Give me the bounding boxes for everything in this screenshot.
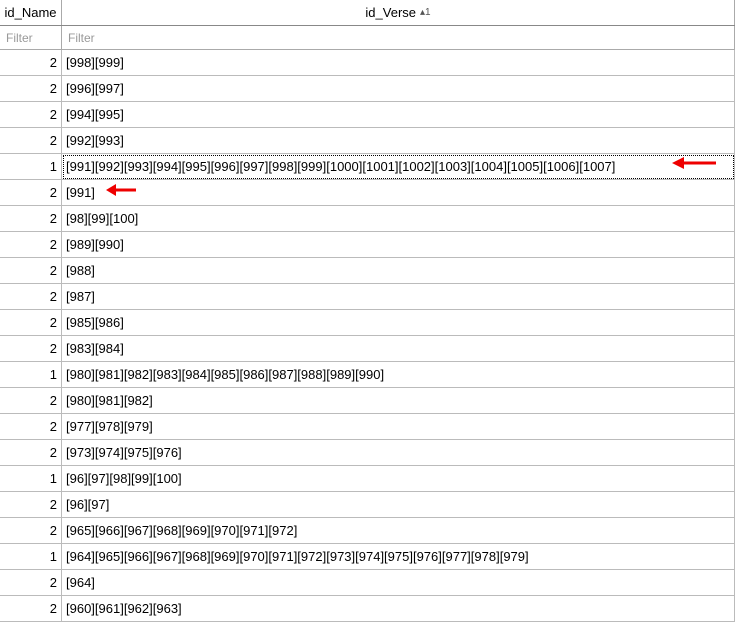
column-header-label: id_Name [4,5,56,20]
table-row[interactable]: 1[991][992][993][994][995][996][997][998… [0,154,735,180]
cell-id-verse[interactable]: [992][993] [62,128,735,154]
cell-id-verse[interactable]: [96][97][98][99][100] [62,466,735,492]
cell-id-name[interactable]: 2 [0,336,62,362]
cell-id-name[interactable]: 2 [0,284,62,310]
cell-id-name[interactable]: 2 [0,180,62,206]
column-header-label: id_Verse [365,5,416,20]
table-row[interactable]: 2[996][997] [0,76,735,102]
cell-id-name[interactable]: 2 [0,414,62,440]
cell-id-name[interactable]: 2 [0,492,62,518]
cell-id-verse[interactable]: [983][984] [62,336,735,362]
cell-id-verse[interactable]: [977][978][979] [62,414,735,440]
cell-id-verse[interactable]: [998][999] [62,50,735,76]
cell-id-name[interactable]: 2 [0,128,62,154]
table-row[interactable]: 2[994][995] [0,102,735,128]
table-row[interactable]: 2[980][981][982] [0,388,735,414]
table-row[interactable]: 2[964] [0,570,735,596]
cell-id-verse[interactable]: [980][981][982] [62,388,735,414]
table-row[interactable]: 2[998][999] [0,50,735,76]
table-row[interactable]: 2[977][978][979] [0,414,735,440]
cell-id-name[interactable]: 2 [0,76,62,102]
cell-id-name[interactable]: 2 [0,232,62,258]
cell-id-name[interactable]: 2 [0,596,62,622]
column-header-id-name[interactable]: id_Name [0,0,62,25]
data-grid: id_Name id_Verse ▴1 2[998][999]2[996][99… [0,0,735,622]
table-row[interactable]: 2[98][99][100] [0,206,735,232]
table-row[interactable]: 2[973][974][975][976] [0,440,735,466]
cell-id-name[interactable]: 2 [0,50,62,76]
cell-id-verse[interactable]: [96][97] [62,492,735,518]
cell-id-name[interactable]: 2 [0,388,62,414]
grid-header-row: id_Name id_Verse ▴1 [0,0,735,26]
cell-id-name[interactable]: 2 [0,570,62,596]
filter-cell-id-verse [62,26,735,49]
grid-body: 2[998][999]2[996][997]2[994][995]2[992][… [0,50,735,622]
table-row[interactable]: 2[965][966][967][968][969][970][971][972… [0,518,735,544]
filter-cell-id-name [0,26,62,49]
cell-id-verse[interactable]: [973][974][975][976] [62,440,735,466]
cell-id-name[interactable]: 1 [0,362,62,388]
cell-id-verse[interactable]: [964] [62,570,735,596]
filter-input-id-verse[interactable] [66,30,730,46]
cell-id-name[interactable]: 2 [0,258,62,284]
cell-id-verse[interactable]: [994][995] [62,102,735,128]
cell-id-name[interactable]: 1 [0,154,62,180]
table-row[interactable]: 1[980][981][982][983][984][985][986][987… [0,362,735,388]
cell-id-verse[interactable]: [98][99][100] [62,206,735,232]
table-row[interactable]: 2[989][990] [0,232,735,258]
cell-id-verse[interactable]: [985][986] [62,310,735,336]
table-row[interactable]: 2[992][993] [0,128,735,154]
table-row[interactable]: 2[985][986] [0,310,735,336]
cell-id-name[interactable]: 2 [0,206,62,232]
cell-id-verse[interactable]: [980][981][982][983][984][985][986][987]… [62,362,735,388]
cell-id-verse[interactable]: [964][965][966][967][968][969][970][971]… [62,544,735,570]
cell-id-verse[interactable]: [989][990] [62,232,735,258]
cell-id-name[interactable]: 2 [0,518,62,544]
cell-id-name[interactable]: 2 [0,440,62,466]
cell-id-verse[interactable]: [988] [62,258,735,284]
table-row[interactable]: 2[987] [0,284,735,310]
column-header-id-verse[interactable]: id_Verse ▴1 [62,0,735,25]
cell-id-verse[interactable]: [965][966][967][968][969][970][971][972] [62,518,735,544]
table-row[interactable]: 2[96][97] [0,492,735,518]
cell-id-verse[interactable]: [991][992][993][994][995][996][997][998]… [62,154,735,180]
cell-id-name[interactable]: 2 [0,310,62,336]
cell-id-verse[interactable]: [996][997] [62,76,735,102]
cell-id-name[interactable]: 1 [0,466,62,492]
grid-filter-row [0,26,735,50]
table-row[interactable]: 2[991] [0,180,735,206]
cell-id-verse[interactable]: [991] [62,180,735,206]
cell-id-name[interactable]: 1 [0,544,62,570]
cell-id-verse[interactable]: [960][961][962][963] [62,596,735,622]
table-row[interactable]: 2[960][961][962][963] [0,596,735,622]
table-row[interactable]: 2[983][984] [0,336,735,362]
filter-input-id-name[interactable] [4,30,57,46]
table-row[interactable]: 1[964][965][966][967][968][969][970][971… [0,544,735,570]
table-row[interactable]: 1[96][97][98][99][100] [0,466,735,492]
cell-id-name[interactable]: 2 [0,102,62,128]
cell-id-verse[interactable]: [987] [62,284,735,310]
sort-indicator-icon: ▴1 [420,7,431,18]
table-row[interactable]: 2[988] [0,258,735,284]
